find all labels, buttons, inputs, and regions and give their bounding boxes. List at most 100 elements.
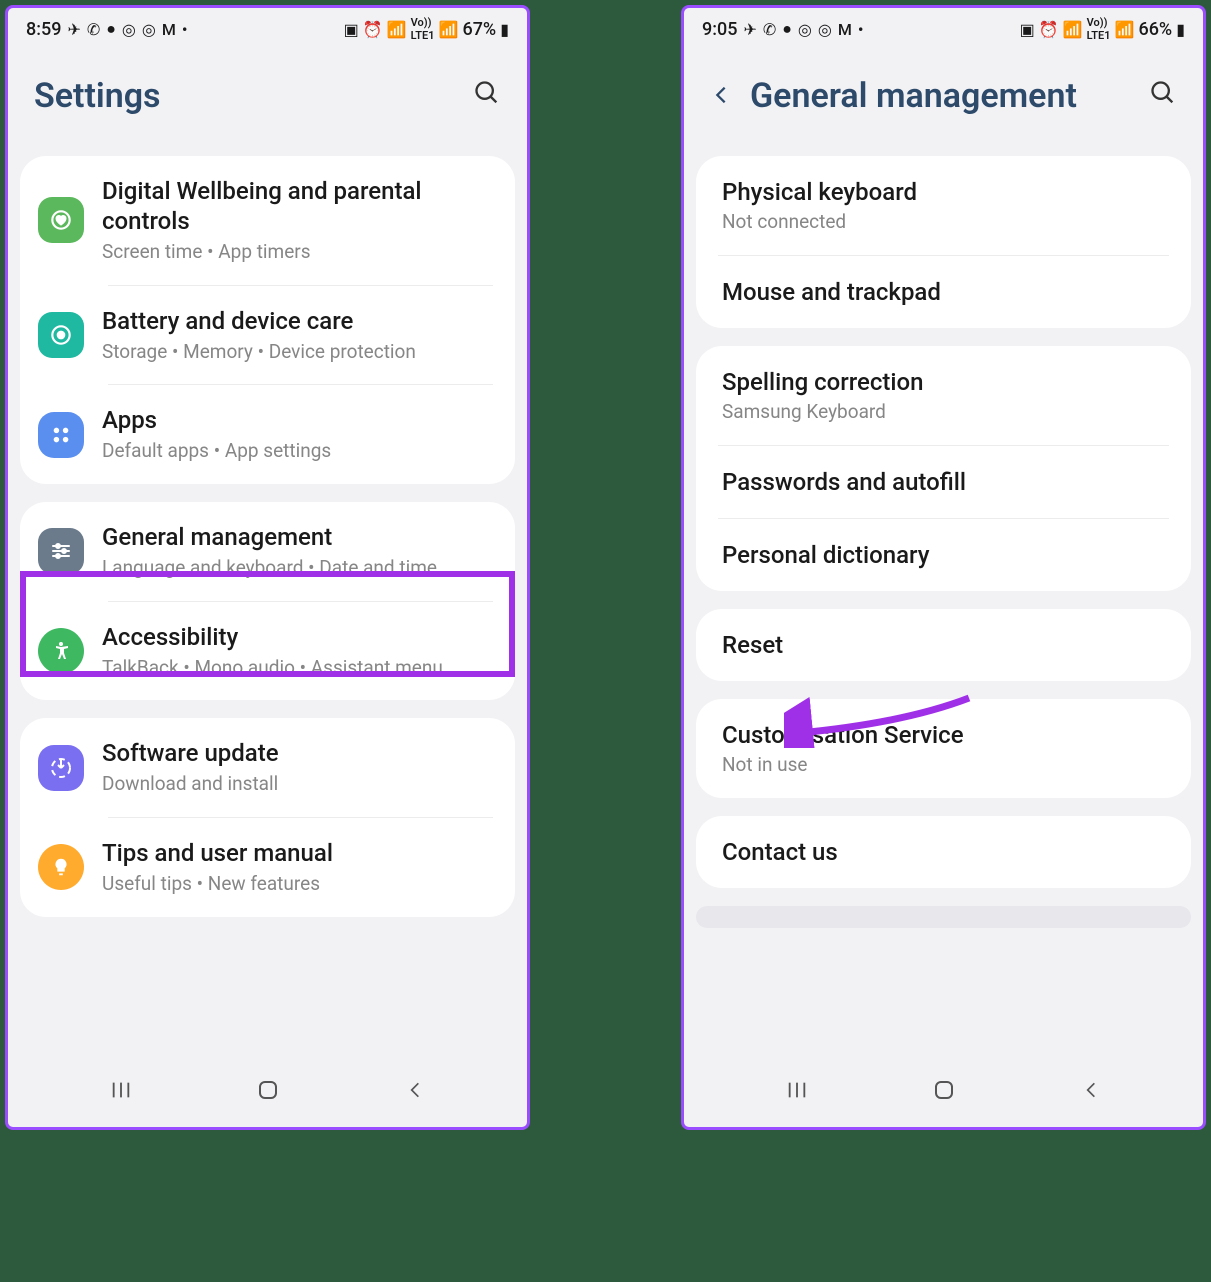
partial-card (696, 906, 1191, 928)
battery-icon: ▮ (1176, 20, 1185, 39)
settings-group: Spelling correction Samsung Keyboard Pas… (696, 346, 1191, 591)
settings-item-accessibility[interactable]: Accessibility TalkBack • Mono audio • As… (20, 602, 515, 701)
settings-group: Reset (696, 609, 1191, 681)
nav-back-icon[interactable] (1081, 1080, 1101, 1105)
item-sub: Useful tips • New features (102, 872, 497, 897)
battery-saver-icon: ▣ (344, 20, 359, 39)
page-title: General management (750, 76, 1077, 116)
signal-icon: 📶 (439, 20, 459, 39)
nav-home-icon[interactable] (256, 1078, 280, 1107)
device-care-icon (38, 312, 84, 358)
chat-icon: ● (106, 19, 116, 39)
nav-recent-icon[interactable] (110, 1080, 132, 1105)
header: Settings (8, 46, 527, 156)
tips-icon (38, 844, 84, 890)
battery-percent: 66% (1138, 19, 1172, 40)
chat-icon: ● (782, 19, 792, 39)
item-title: Accessibility (102, 622, 497, 652)
item-reset[interactable]: Reset (696, 609, 1191, 681)
item-sub: Download and install (102, 772, 497, 797)
item-title: Spelling correction (722, 368, 1165, 396)
more-icon: • (858, 20, 864, 39)
settings-item-battery[interactable]: Battery and device care Storage • Memory… (20, 286, 515, 385)
camera-icon: ◎ (142, 20, 156, 39)
item-title: Passwords and autofill (722, 468, 1165, 496)
status-bar: 9:05 ✈ ✆ ● ◎ ◎ M • ▣ ⏰ 📶 Vo))LTE1 📶 66% … (684, 8, 1203, 46)
wellbeing-icon (38, 197, 84, 243)
settings-group: Contact us (696, 816, 1191, 888)
item-title: Reset (722, 631, 1165, 659)
item-title: Contact us (722, 838, 1165, 866)
settings-group: Software update Download and install Tip… (20, 718, 515, 916)
status-bar: 8:59 ✈ ✆ ● ◎ ◎ M • ▣ ⏰ 📶 Vo))LTE1 📶 67% … (8, 8, 527, 46)
settings-item-general-management[interactable]: General management Language and keyboard… (20, 502, 515, 601)
phone-right: 9:05 ✈ ✆ ● ◎ ◎ M • ▣ ⏰ 📶 Vo))LTE1 📶 66% … (681, 5, 1206, 1130)
camera-icon: ◎ (818, 20, 832, 39)
alarm-icon: ⏰ (1039, 20, 1059, 39)
item-title: Personal dictionary (722, 541, 1165, 569)
item-sub: Storage • Memory • Device protection (102, 340, 497, 365)
nav-bar (684, 1064, 1203, 1121)
battery-percent: 67% (462, 19, 496, 40)
wifi-icon: 📶 (387, 20, 407, 39)
more-icon: • (182, 20, 188, 39)
settings-item-wellbeing[interactable]: Digital Wellbeing and parental controls … (20, 156, 515, 285)
item-title: Tips and user manual (102, 838, 497, 868)
whatsapp-icon: ✆ (87, 20, 100, 39)
page-title: Settings (34, 76, 161, 116)
item-spelling-correction[interactable]: Spelling correction Samsung Keyboard (696, 346, 1191, 445)
item-sub: Default apps • App settings (102, 439, 497, 464)
item-mouse-trackpad[interactable]: Mouse and trackpad (696, 256, 1191, 328)
nav-back-icon[interactable] (405, 1080, 425, 1105)
item-title: General management (102, 522, 497, 552)
whatsapp-icon: ✆ (763, 20, 776, 39)
gmail-icon: M (162, 20, 176, 39)
settings-group: General management Language and keyboard… (20, 502, 515, 700)
item-customisation-service[interactable]: Customisation Service Not in use (696, 699, 1191, 798)
item-sub: Screen time • App timers (102, 240, 497, 265)
phone-left: 8:59 ✈ ✆ ● ◎ ◎ M • ▣ ⏰ 📶 Vo))LTE1 📶 67% … (5, 5, 530, 1130)
telegram-icon: ✈ (67, 20, 80, 39)
settings-group: Customisation Service Not in use (696, 699, 1191, 798)
signal-icon: 📶 (1115, 20, 1135, 39)
settings-group: Physical keyboard Not connected Mouse an… (696, 156, 1191, 328)
settings-item-tips[interactable]: Tips and user manual Useful tips • New f… (20, 818, 515, 917)
item-title: Customisation Service (722, 721, 1165, 749)
header: General management (684, 46, 1203, 156)
gmail-icon: M (838, 20, 852, 39)
search-icon[interactable] (1149, 79, 1177, 114)
instagram-icon: ◎ (798, 20, 812, 39)
back-icon[interactable] (710, 80, 732, 113)
settings-item-software-update[interactable]: Software update Download and install (20, 718, 515, 817)
item-passwords-autofill[interactable]: Passwords and autofill (696, 446, 1191, 518)
software-update-icon (38, 745, 84, 791)
item-title: Physical keyboard (722, 178, 1165, 206)
nav-home-icon[interactable] (932, 1078, 956, 1107)
general-management-icon (38, 528, 84, 574)
search-icon[interactable] (473, 79, 501, 114)
apps-icon (38, 412, 84, 458)
alarm-icon: ⏰ (363, 20, 383, 39)
item-title: Software update (102, 738, 497, 768)
item-sub: Not connected (722, 210, 1165, 233)
battery-saver-icon: ▣ (1020, 20, 1035, 39)
item-sub: Language and keyboard • Date and time (102, 556, 497, 581)
nav-recent-icon[interactable] (786, 1080, 808, 1105)
item-sub: Not in use (722, 753, 1165, 776)
volte-icon: Vo))LTE1 (411, 16, 435, 42)
nav-bar (8, 1064, 527, 1121)
item-contact-us[interactable]: Contact us (696, 816, 1191, 888)
settings-group: Digital Wellbeing and parental controls … (20, 156, 515, 484)
telegram-icon: ✈ (743, 20, 756, 39)
item-physical-keyboard[interactable]: Physical keyboard Not connected (696, 156, 1191, 255)
item-personal-dictionary[interactable]: Personal dictionary (696, 519, 1191, 591)
item-title: Battery and device care (102, 306, 497, 336)
status-time: 9:05 (702, 19, 737, 40)
battery-icon: ▮ (500, 20, 509, 39)
status-time: 8:59 (26, 19, 61, 40)
item-sub: Samsung Keyboard (722, 400, 1165, 423)
settings-item-apps[interactable]: Apps Default apps • App settings (20, 385, 515, 484)
item-title: Apps (102, 405, 497, 435)
accessibility-icon (38, 628, 84, 674)
volte-icon: Vo))LTE1 (1087, 16, 1111, 42)
